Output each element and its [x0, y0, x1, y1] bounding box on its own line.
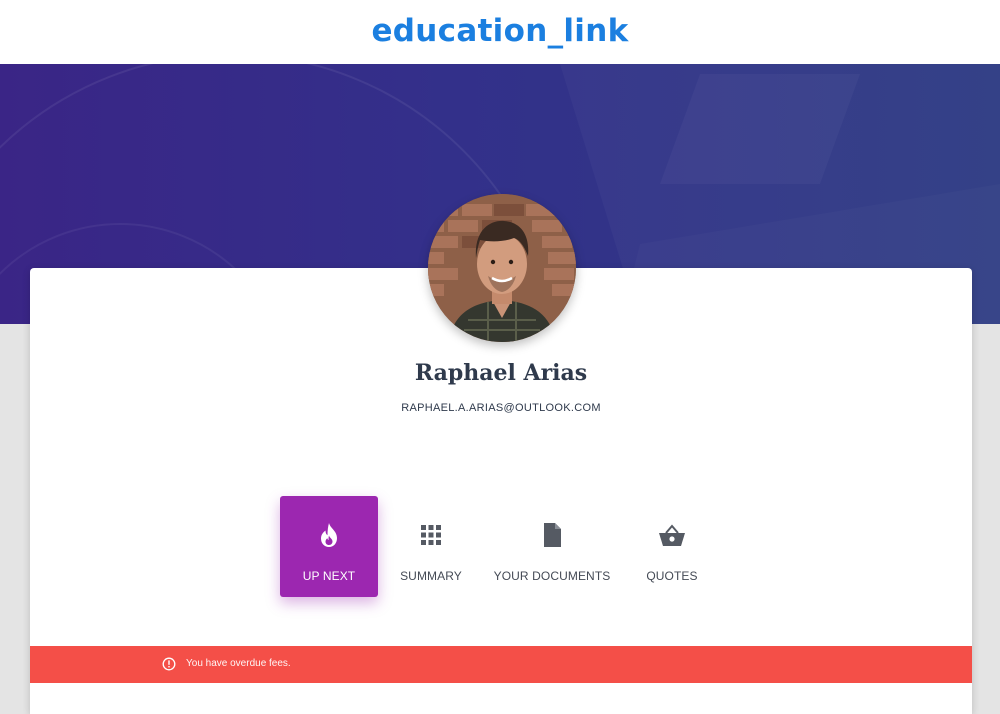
info-circle-icon	[162, 657, 176, 671]
profile-avatar	[428, 194, 576, 342]
top-header: education_link	[0, 0, 1000, 64]
brand-logo[interactable]: education_link	[371, 13, 628, 49]
tab-label: QUOTES	[646, 569, 698, 583]
alert-message: You have overdue fees.	[186, 658, 291, 669]
tab-label: SUMMARY	[400, 569, 462, 583]
tab-label: YOUR DOCUMENTS	[493, 569, 611, 583]
grid-icon	[382, 522, 480, 548]
overdue-fees-alert: You have overdue fees.	[30, 646, 972, 683]
tab-up-next[interactable]: UP NEXT	[280, 496, 378, 597]
tab-your-documents[interactable]: YOUR DOCUMENTS	[486, 496, 618, 597]
tab-label: UP NEXT	[302, 569, 356, 583]
document-icon	[486, 522, 618, 548]
flame-icon	[280, 522, 378, 548]
profile-name: Raphael Arias	[414, 360, 588, 386]
tab-quotes[interactable]: QUOTES	[624, 496, 720, 597]
profile-email: RAPHAEL.A.ARIAS@OUTLOOK.COM	[401, 402, 601, 414]
tab-summary[interactable]: SUMMARY	[382, 496, 480, 597]
basket-icon	[624, 522, 720, 548]
user-photo-icon	[428, 194, 576, 342]
